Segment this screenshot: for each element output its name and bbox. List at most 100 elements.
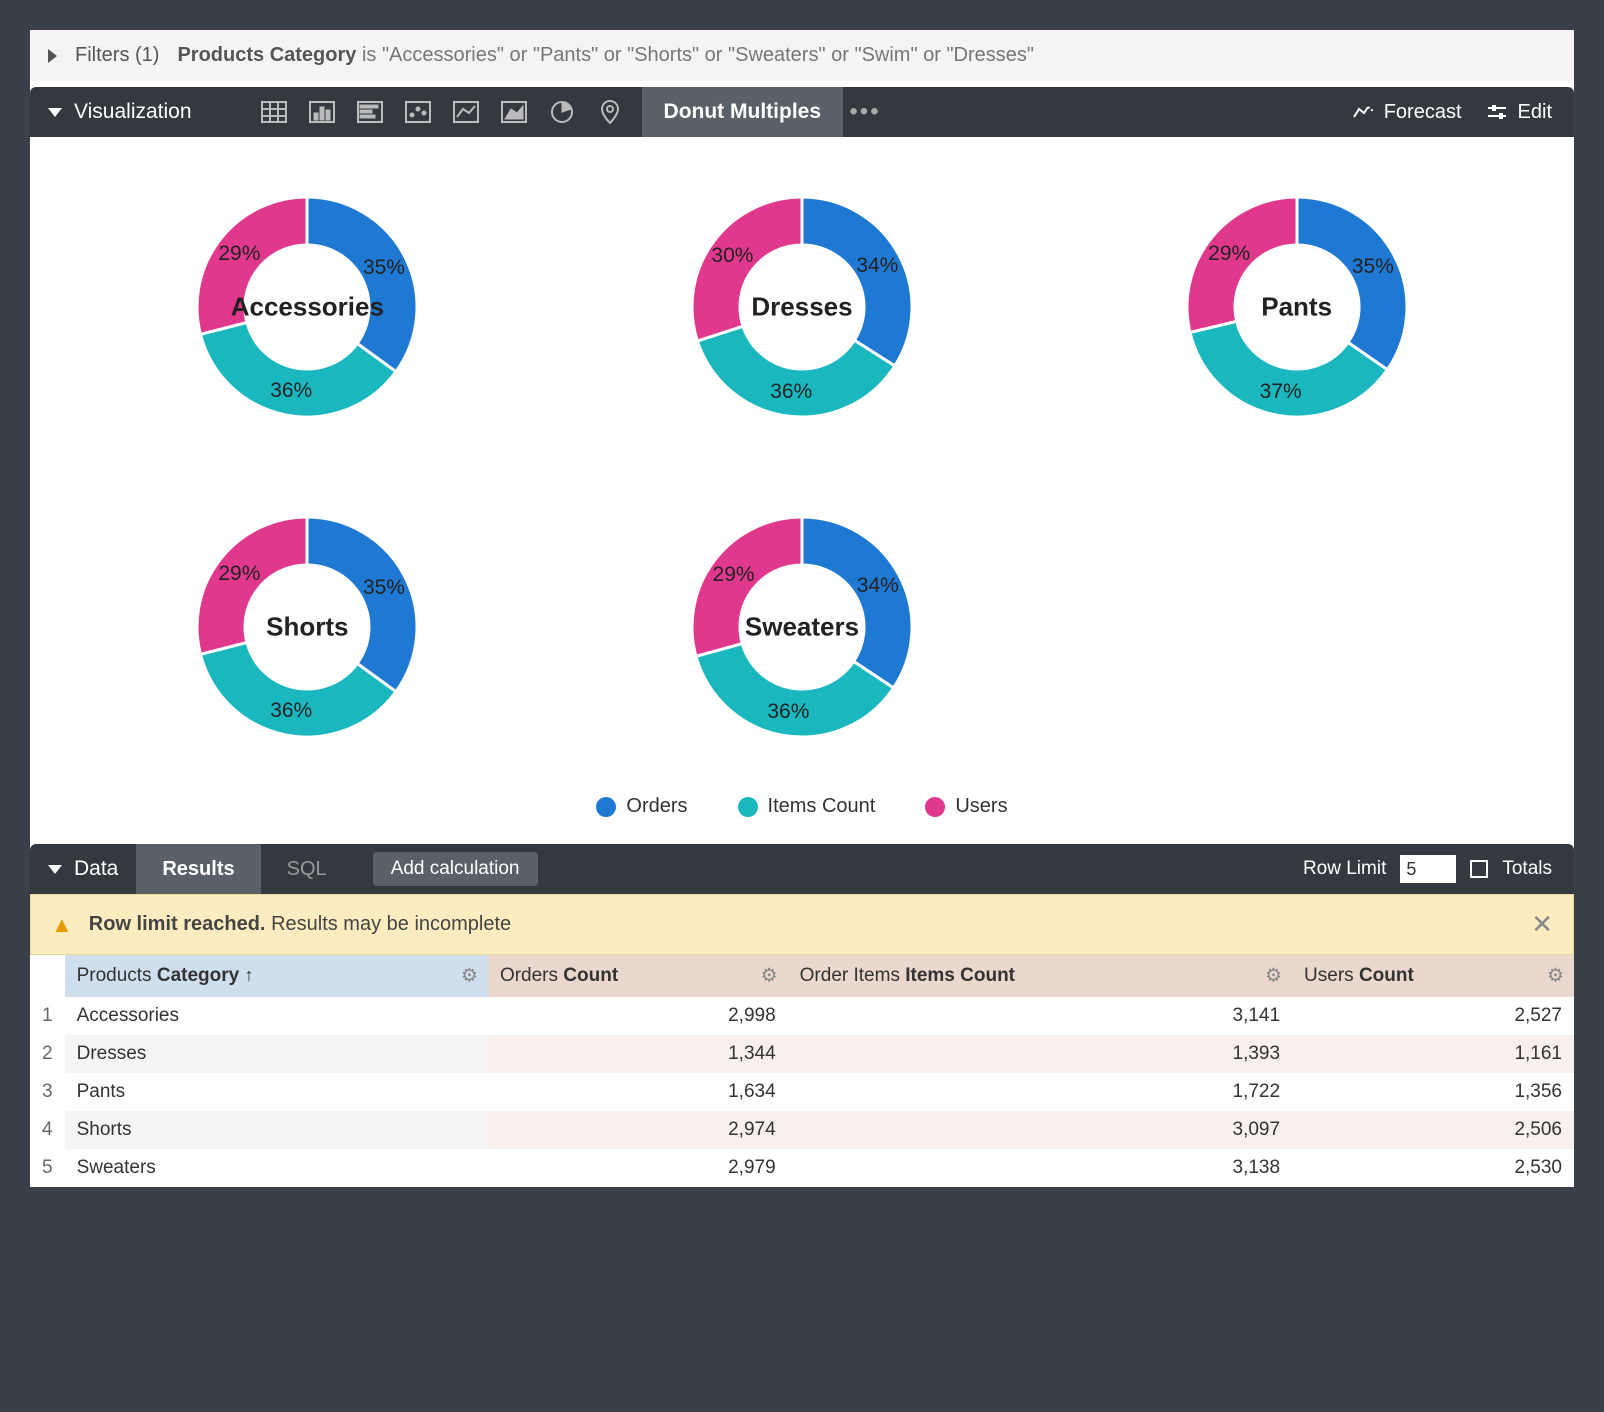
warning-rest: Results may be incomplete [271,913,511,935]
slice-label: 36% [767,700,809,724]
line-chart-icon[interactable] [442,87,490,137]
warning-bold: Row limit reached. [89,913,266,935]
slice-label: 35% [363,256,405,280]
filters-field: Products Category [177,44,356,66]
filters-label: Filters (1) [75,44,159,67]
row-index: 5 [30,1149,65,1187]
column-header[interactable]: Products Category ↑⚙ [65,955,488,997]
cell-category: Shorts [65,1111,488,1149]
row-index: 4 [30,1111,65,1149]
slice-label: 30% [711,244,753,268]
slice-label: 36% [270,699,312,723]
more-vis-types[interactable]: ••• [843,87,887,137]
add-calculation-button[interactable]: Add calculation [373,852,538,886]
cell-items: 3,141 [788,997,1292,1035]
legend: Orders Items Count Users [90,795,1514,818]
pie-chart-icon[interactable] [538,87,586,137]
selected-vis-type[interactable]: Donut Multiples [642,87,843,137]
row-index: 2 [30,1035,65,1073]
gear-icon[interactable]: ⚙ [761,965,778,988]
forecast-button[interactable]: Forecast [1352,101,1462,124]
column-header[interactable]: Orders Count⚙ [488,955,788,997]
visualization-toggle[interactable]: Visualization [30,100,210,124]
totals-label: Totals [1502,858,1552,880]
slice-label: 34% [856,254,898,278]
cell-orders: 1,634 [488,1073,788,1111]
column-header[interactable]: Order Items Items Count⚙ [788,955,1292,997]
cell-items: 1,393 [788,1035,1292,1073]
explore-panel: Filters (1) Products Category is "Access… [30,30,1574,1187]
donut-grid: Accessories35%36%29%Dresses34%36%30%Pant… [90,167,1514,767]
row-limit-input[interactable] [1400,855,1456,883]
column-header[interactable]: Users Count⚙ [1292,955,1574,997]
legend-item[interactable]: Items Count [738,795,876,818]
visualization-label: Visualization [74,100,192,124]
edit-button[interactable]: Edit [1486,101,1552,124]
cell-category: Sweaters [65,1149,488,1187]
map-icon[interactable] [586,87,634,137]
tab-results[interactable]: Results [136,844,260,894]
warning-banner: ▲ Row limit reached. Results may be inco… [30,894,1574,955]
donut-chart: Accessories35%36%29% [167,167,447,447]
cell-orders: 2,974 [488,1111,788,1149]
legend-item[interactable]: Users [925,795,1007,818]
cell-users: 1,161 [1292,1035,1574,1073]
legend-dot [596,797,616,817]
area-chart-icon[interactable] [490,87,538,137]
slice-label: 29% [713,563,755,587]
legend-dot [738,797,758,817]
donut-chart: Pants35%37%29% [1157,167,1437,447]
forecast-icon [1352,103,1374,121]
warning-icon: ▲ [51,912,73,938]
slice-label: 29% [218,562,260,586]
row-index: 3 [30,1073,65,1111]
tab-sql[interactable]: SQL [261,844,353,894]
cell-users: 2,506 [1292,1111,1574,1149]
gear-icon[interactable]: ⚙ [461,965,478,988]
table-row: 3 Pants 1,634 1,722 1,356 [30,1073,1574,1111]
data-toolbar: Data Results SQL Add calculation Row Lim… [30,844,1574,894]
donut-title: Dresses [751,292,852,323]
filters-bar[interactable]: Filters (1) Products Category is "Access… [30,30,1574,81]
chart-area: Accessories35%36%29%Dresses34%36%30%Pant… [30,137,1574,838]
table-row: 4 Shorts 2,974 3,097 2,506 [30,1111,1574,1149]
donut-title: Sweaters [745,612,859,643]
legend-label: Orders [626,795,687,818]
gear-icon[interactable]: ⚙ [1547,965,1564,988]
cell-orders: 2,998 [488,997,788,1035]
cell-orders: 1,344 [488,1035,788,1073]
table-icon[interactable] [250,87,298,137]
bar-chart-icon[interactable] [298,87,346,137]
cell-items: 3,138 [788,1149,1292,1187]
chevron-right-icon [48,49,57,63]
slice-label: 29% [218,242,260,266]
data-toggle[interactable]: Data [30,857,136,881]
donut-chart: Sweaters34%36%29% [662,487,942,767]
scatter-icon[interactable] [394,87,442,137]
cell-users: 2,527 [1292,997,1574,1035]
cell-items: 1,722 [788,1073,1292,1111]
donut-chart: Dresses34%36%30% [662,167,942,447]
slice-label: 29% [1208,242,1250,266]
warning-text: Row limit reached. Results may be incomp… [89,913,511,936]
close-icon[interactable]: ✕ [1531,909,1553,940]
legend-item[interactable]: Orders [596,795,687,818]
legend-label: Items Count [768,795,876,818]
table-row: 5 Sweaters 2,979 3,138 2,530 [30,1149,1574,1187]
cell-category: Dresses [65,1035,488,1073]
cell-items: 3,097 [788,1111,1292,1149]
edit-label: Edit [1518,101,1552,124]
gear-icon[interactable]: ⚙ [1265,965,1282,988]
cell-users: 2,530 [1292,1149,1574,1187]
slice-label: 35% [1352,255,1394,279]
donut-title: Shorts [266,612,348,643]
chart-type-icons [250,87,634,137]
totals-checkbox[interactable] [1470,860,1488,878]
table-row: 1 Accessories 2,998 3,141 2,527 [30,997,1574,1035]
filters-condition: is "Accessories" or "Pants" or "Shorts" … [362,44,1034,66]
chevron-down-icon [48,865,62,874]
row-index: 1 [30,997,65,1035]
sliders-icon [1486,103,1508,121]
horizontal-bar-icon[interactable] [346,87,394,137]
forecast-label: Forecast [1384,101,1462,124]
